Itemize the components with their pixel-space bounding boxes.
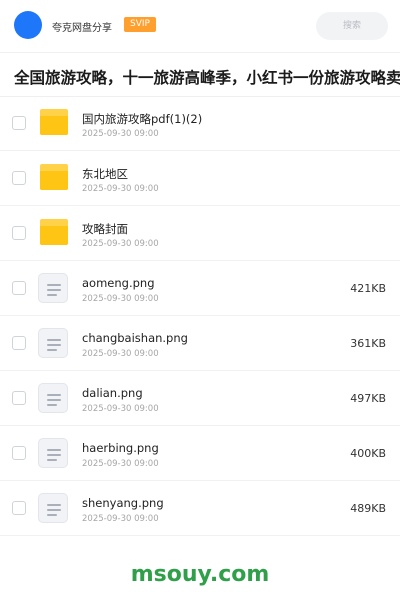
select-checkbox[interactable] xyxy=(12,116,26,130)
file-row[interactable]: 国内旅游攻略pdf(1)(2) 2025-09-30 09:00 xyxy=(0,96,400,151)
file-row[interactable]: dalian.png 2025-09-30 09:00 497KB xyxy=(0,371,400,426)
file-name[interactable]: changbaishan.png xyxy=(82,331,188,345)
file-size: 400KB xyxy=(350,447,386,460)
owner-name: 夸克网盘分享 xyxy=(52,23,112,34)
page-title: 全国旅游攻略，十一旅游高峰季，小红书一份旅游攻略卖 xyxy=(14,69,400,87)
file-size: 421KB xyxy=(350,282,386,295)
file-date: 2025-09-30 09:00 xyxy=(82,294,159,304)
file-size: 497KB xyxy=(350,392,386,405)
header-bar: 夸克网盘分享 SVIP 搜索 xyxy=(0,0,400,53)
document-icon xyxy=(38,273,68,303)
file-date: 2025-09-30 09:00 xyxy=(82,459,159,469)
avatar[interactable] xyxy=(14,11,42,39)
file-date: 2025-09-30 09:00 xyxy=(82,404,159,414)
file-name[interactable]: 东北地区 xyxy=(82,166,128,182)
file-row[interactable]: changbaishan.png 2025-09-30 09:00 361KB xyxy=(0,316,400,371)
select-checkbox[interactable] xyxy=(12,501,26,515)
file-name[interactable]: aomeng.png xyxy=(82,276,155,290)
folder-icon xyxy=(40,164,68,190)
file-date: 2025-09-30 09:00 xyxy=(82,239,159,249)
file-row[interactable]: aomeng.png 2025-09-30 09:00 421KB xyxy=(0,261,400,316)
file-list: 国内旅游攻略pdf(1)(2) 2025-09-30 09:00 东北地区 2025-… xyxy=(0,96,400,536)
file-row[interactable]: 东北地区 2025-09-30 09:00 xyxy=(0,151,400,206)
file-row[interactable]: 攻略封面 2025-09-30 09:00 xyxy=(0,206,400,261)
file-row[interactable]: shenyang.png 2025-09-30 09:00 489KB xyxy=(0,481,400,536)
search-input[interactable]: 搜索 xyxy=(316,12,388,40)
select-checkbox[interactable] xyxy=(12,336,26,350)
select-checkbox[interactable] xyxy=(12,171,26,185)
document-icon xyxy=(38,438,68,468)
file-row[interactable]: haerbing.png 2025-09-30 09:00 400KB xyxy=(0,426,400,481)
document-icon xyxy=(38,493,68,523)
file-size: 361KB xyxy=(350,337,386,350)
share-page: 夸克网盘分享 SVIP 搜索 全国旅游攻略，十一旅游高峰季，小红书一份旅游攻略卖… xyxy=(0,0,400,600)
select-checkbox[interactable] xyxy=(12,446,26,460)
file-name[interactable]: 国内旅游攻略pdf(1)(2) xyxy=(82,111,202,127)
watermark-text: msouy.com xyxy=(130,562,270,587)
file-size: 489KB xyxy=(350,502,386,515)
folder-icon xyxy=(40,109,68,135)
file-name[interactable]: shenyang.png xyxy=(82,496,164,510)
file-name[interactable]: haerbing.png xyxy=(82,441,159,455)
select-checkbox[interactable] xyxy=(12,281,26,295)
file-name[interactable]: 攻略封面 xyxy=(82,221,128,237)
file-name[interactable]: dalian.png xyxy=(82,386,143,400)
file-date: 2025-09-30 09:00 xyxy=(82,349,159,359)
svip-badge: SVIP xyxy=(124,17,156,32)
file-date: 2025-09-30 09:00 xyxy=(82,514,159,524)
select-checkbox[interactable] xyxy=(12,226,26,240)
file-date: 2025-09-30 09:00 xyxy=(82,184,159,194)
document-icon xyxy=(38,328,68,358)
folder-icon xyxy=(40,219,68,245)
document-icon xyxy=(38,383,68,413)
file-date: 2025-09-30 09:00 xyxy=(82,129,159,139)
select-checkbox[interactable] xyxy=(12,391,26,405)
